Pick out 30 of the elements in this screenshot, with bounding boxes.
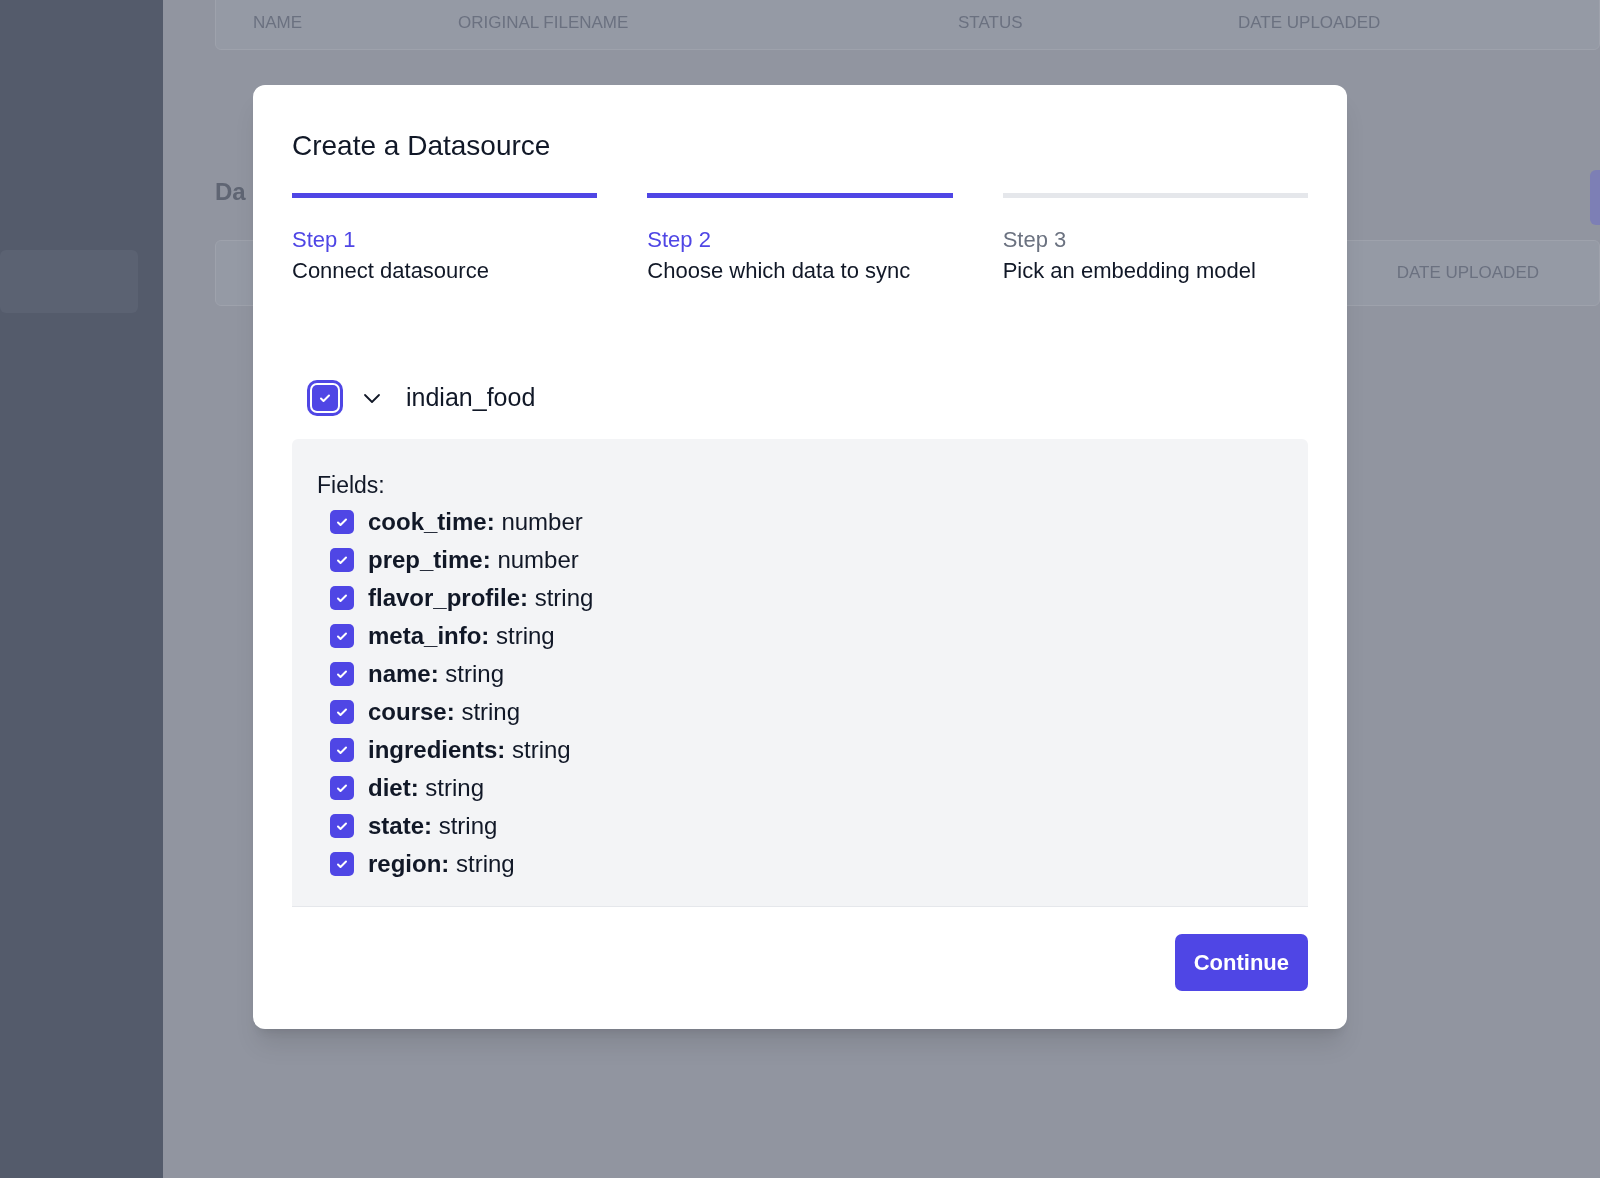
step-label: Step 3 [1002,226,1068,254]
checkbox[interactable] [330,547,354,572]
continue-button[interactable]: Continue [1174,934,1308,991]
field-label: course: string [368,696,521,727]
checkbox[interactable] [330,585,354,610]
dialog-title: Create a Datasource [292,129,552,163]
field-label: ingredients: string [368,734,571,765]
checkbox[interactable] [330,813,354,838]
field-label: meta_info: string [368,620,555,651]
field-label: region: string [368,848,515,879]
field-label: name: string [368,658,505,689]
checkbox[interactable] [330,775,354,800]
step-title: Pick an embedding model [1002,257,1257,285]
field-label: cook_time: number [368,506,583,537]
checkbox[interactable] [330,509,354,534]
step-label: Step 1 [292,226,357,254]
step-label: Step 2 [647,226,712,254]
field-label: diet: string [368,772,485,803]
step-title: Connect datasource [292,257,490,285]
field-label: prep_time: number [368,544,579,575]
checkbox[interactable] [330,737,354,762]
checkbox[interactable] [330,623,354,648]
fields-label: Fields: [317,470,386,500]
field-label: state: string [368,810,498,841]
field-label: flavor_profile: string [368,582,594,613]
checkbox[interactable] [330,851,354,876]
checkbox[interactable] [330,699,354,724]
checkbox[interactable] [330,661,354,686]
datasource-name: indian_food [406,382,536,413]
step-title: Choose which data to sync [647,257,912,285]
